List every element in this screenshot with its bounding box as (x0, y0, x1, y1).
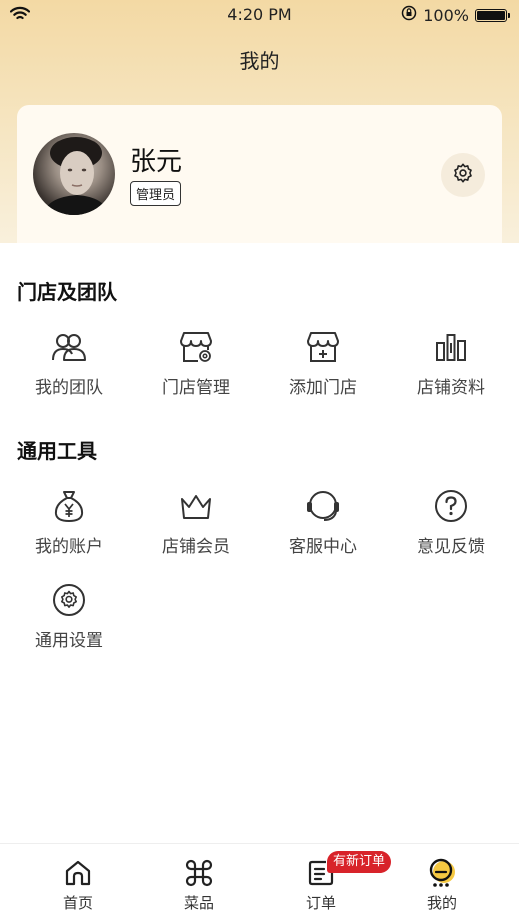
menu-item-label: 门店管理 (162, 378, 230, 398)
gear-icon (49, 580, 89, 620)
menu-item-store-manage[interactable]: 门店管理 (131, 327, 261, 398)
menu-item-general-settings[interactable]: 通用设置 (4, 580, 134, 651)
menu-item-add-store[interactable]: 添加门店 (258, 327, 388, 398)
add-store-icon (303, 327, 343, 367)
battery-percent: 100% (423, 5, 469, 25)
tab-label: 我的 (426, 894, 457, 912)
menu-item-my-team[interactable]: 我的团队 (4, 327, 134, 398)
home-icon (61, 856, 95, 890)
menu-item-label: 我的账户 (35, 537, 103, 557)
user-name: 张元 (130, 147, 183, 177)
tab-label: 菜品 (183, 894, 214, 912)
headset-icon (303, 486, 343, 526)
section-title-tools: 通用工具 (17, 439, 97, 463)
profile-icon (425, 856, 459, 890)
status-bar: 4:20 PM 100% (0, 0, 519, 30)
tab-profile[interactable]: 我的 (392, 856, 492, 913)
section-title-store-team: 门店及团队 (17, 280, 117, 304)
tab-home[interactable]: 首页 (28, 856, 128, 913)
rotation-lock-icon (401, 5, 417, 25)
dishes-icon (182, 856, 216, 890)
main-content: 门店及团队 我的团队 门店管理 添加门店 店铺资料 通用工具 我的账户 店铺会员… (0, 243, 519, 843)
battery-icon (475, 8, 510, 22)
menu-item-label: 通用设置 (35, 631, 103, 651)
menu-item-store-data[interactable]: 店铺资料 (386, 327, 516, 398)
menu-item-label: 店铺资料 (417, 378, 485, 398)
team-icon (49, 327, 89, 367)
new-order-badge: 有新订单 (327, 851, 392, 873)
avatar[interactable] (33, 133, 115, 215)
tab-bar: 首页 菜品 订单 我的 (0, 843, 519, 924)
menu-item-my-account[interactable]: 我的账户 (4, 486, 134, 557)
tab-label: 首页 (62, 894, 93, 912)
menu-item-label: 我的团队 (35, 378, 103, 398)
menu-item-label: 店铺会员 (162, 537, 230, 557)
tab-label: 订单 (305, 894, 336, 912)
menu-item-label: 意见反馈 (417, 537, 485, 557)
menu-item-customer-service[interactable]: 客服中心 (258, 486, 388, 557)
menu-item-feedback[interactable]: 意见反馈 (386, 486, 516, 557)
menu-item-label: 客服中心 (289, 537, 357, 557)
profile-card: 张元 管理员 (17, 105, 502, 255)
question-icon (431, 486, 471, 526)
crown-icon (176, 486, 216, 526)
store-data-icon (431, 327, 471, 367)
tab-dishes[interactable]: 菜品 (149, 856, 249, 913)
menu-item-store-member[interactable]: 店铺会员 (131, 486, 261, 557)
gear-icon (452, 162, 474, 188)
role-badge: 管理员 (130, 181, 182, 206)
store-manage-icon (176, 327, 216, 367)
money-bag-icon (49, 486, 89, 526)
settings-button[interactable] (441, 153, 485, 197)
page-title: 我的 (239, 49, 280, 73)
menu-item-label: 添加门店 (289, 378, 357, 398)
